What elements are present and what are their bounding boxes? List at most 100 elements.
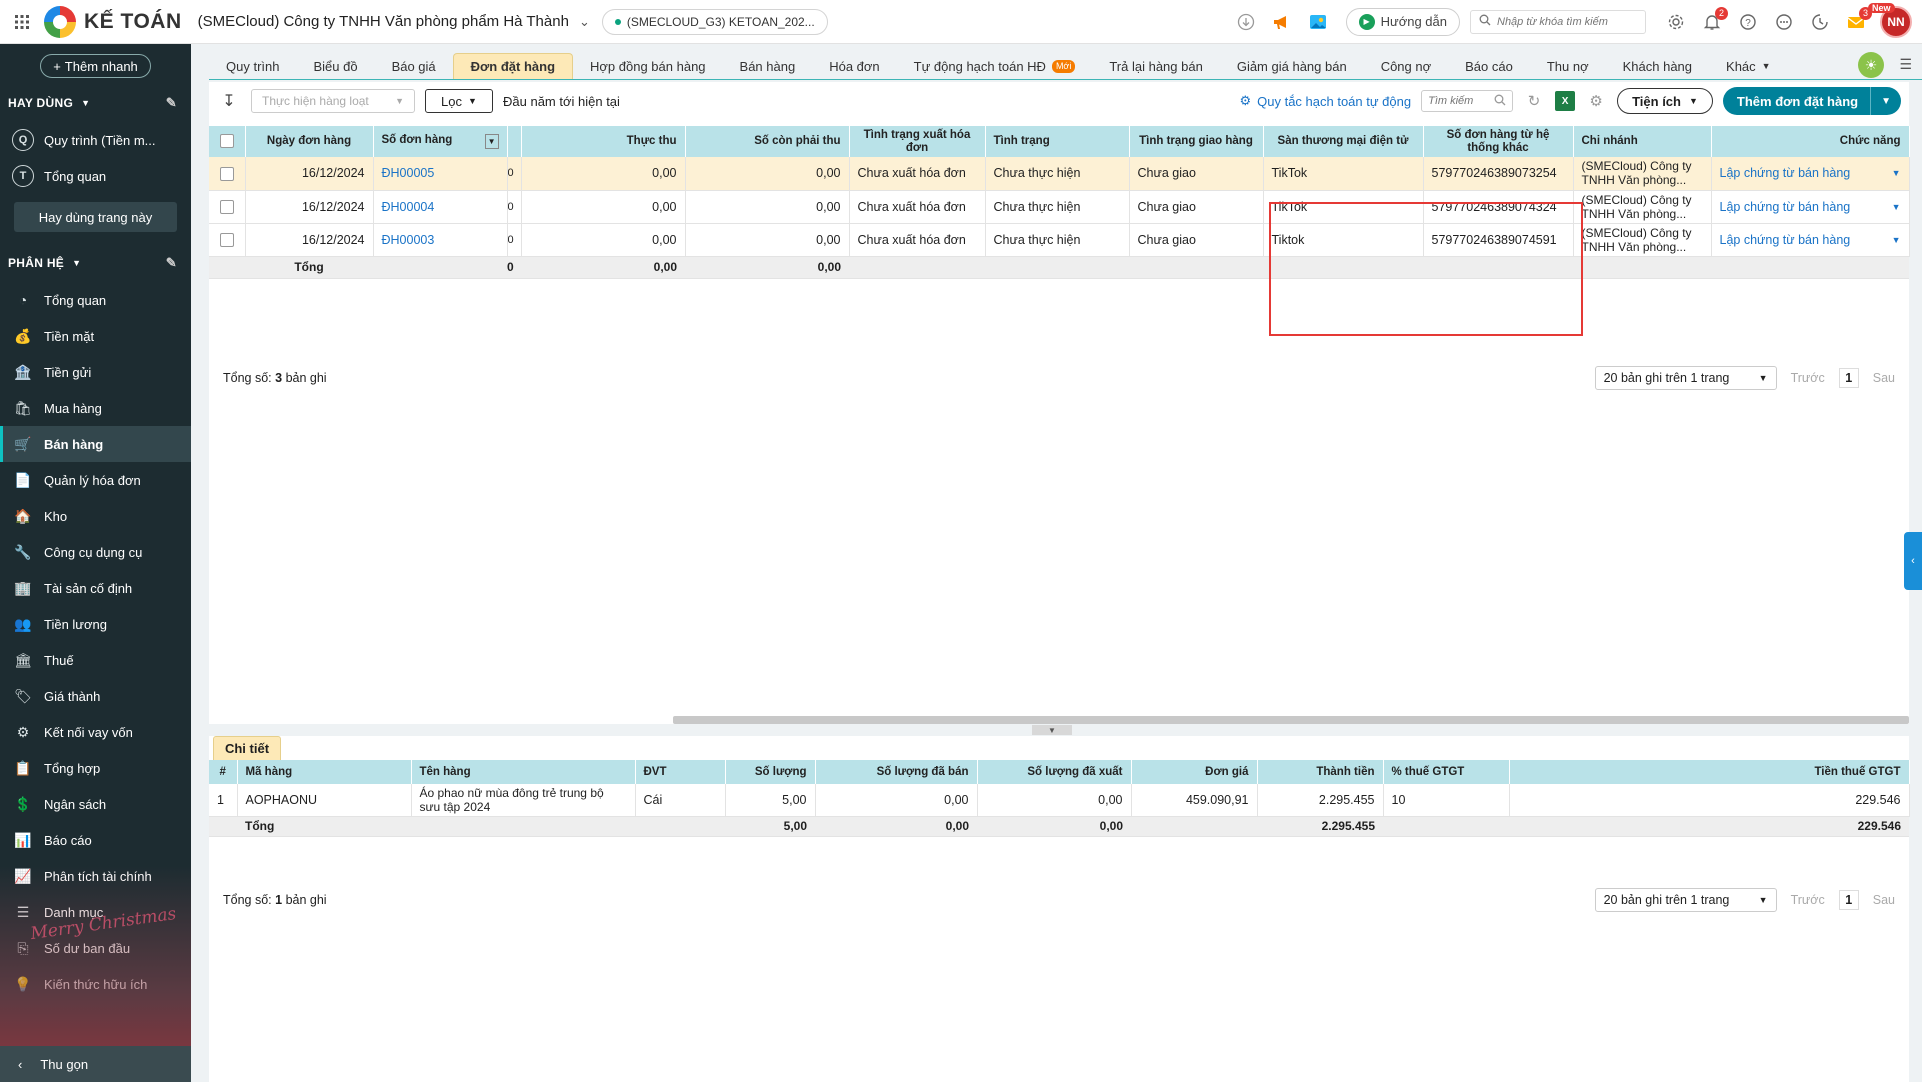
- column-header[interactable]: Đơn giá: [1131, 760, 1258, 784]
- select-all-cell[interactable]: [209, 126, 246, 157]
- favorites-header[interactable]: HAY DÙNG ▼ ✎: [0, 84, 191, 122]
- sync-icon[interactable]: [1802, 4, 1838, 40]
- help-icon[interactable]: ?: [1730, 4, 1766, 40]
- sidebar-item-invoices[interactable]: 📄 Quản lý hóa đơn: [0, 462, 191, 498]
- current-page[interactable]: 1: [1838, 368, 1859, 388]
- tab-receivables[interactable]: Công nợ: [1364, 53, 1448, 79]
- sidebar-item-knowledge[interactable]: 💡 Kiến thức hữu ích: [0, 966, 191, 1002]
- column-filter-icon[interactable]: ▼: [484, 134, 499, 149]
- sidebar-item-purchase[interactable]: 🛍 Mua hàng: [0, 390, 191, 426]
- row-select-cell[interactable]: [209, 223, 246, 257]
- excel-export-icon[interactable]: X: [1555, 91, 1576, 111]
- column-header-order-no[interactable]: Số đơn hàng ▼: [373, 126, 508, 157]
- grid-search[interactable]: [1421, 90, 1514, 112]
- sidebar-item-sales[interactable]: 🛒 Bán hàng: [0, 426, 191, 462]
- company-selector[interactable]: (SMECloud) Công ty TNHH Văn phòng phẩm H…: [198, 13, 569, 30]
- column-header[interactable]: Mã hàng: [237, 760, 412, 784]
- next-page-button[interactable]: Sau: [1873, 893, 1895, 907]
- column-header[interactable]: Số lượng: [725, 760, 816, 784]
- guide-button[interactable]: ▶ Hướng dẫn: [1345, 7, 1460, 36]
- sidebar-item-fixed-assets[interactable]: 🏢 Tài sản cố định: [0, 570, 191, 606]
- tab-more[interactable]: Khác ▼: [1709, 53, 1788, 79]
- chat-icon[interactable]: [1766, 4, 1802, 40]
- page-size-select[interactable]: 20 bản ghi trên 1 trang ▼: [1594, 366, 1777, 390]
- global-search-input[interactable]: [1497, 15, 1627, 28]
- sidebar-item-bank[interactable]: 🏦 Tiền gửi: [0, 354, 191, 390]
- prev-page-button[interactable]: Trước: [1791, 893, 1825, 907]
- tab-sales-orders[interactable]: Đơn đặt hàng: [452, 53, 574, 79]
- detail-row[interactable]: 1 AOPHAONU Áo phao nữ mùa đông trẻ trung…: [209, 784, 1910, 817]
- prev-page-button[interactable]: Trước: [1791, 371, 1825, 385]
- edit-pencil-icon[interactable]: ✎: [166, 255, 177, 271]
- tab-charts[interactable]: Biểu đồ: [296, 53, 374, 79]
- tab-auto-posting[interactable]: Tự động hạch toán HĐ Mới: [897, 53, 1093, 79]
- sort-arrow-icon[interactable]: ↧: [217, 91, 241, 111]
- create-sales-voucher-action[interactable]: Lập chứng từ bán hàng ▼: [1720, 200, 1901, 214]
- download-icon[interactable]: [1228, 4, 1264, 40]
- sidebar-item-budget[interactable]: 💲 Ngân sách: [0, 786, 191, 822]
- sidebar-item-overview[interactable]: ◔ Tổng quan: [0, 282, 191, 318]
- add-page-to-favorites-button[interactable]: Hay dùng trang này: [14, 202, 177, 232]
- grid-search-input[interactable]: [1428, 95, 1489, 107]
- tab-contracts[interactable]: Hợp đồng bán hàng: [573, 53, 723, 79]
- create-sales-voucher-action[interactable]: Lập chứng từ bán hàng ▼: [1720, 166, 1901, 180]
- app-logo[interactable]: KẾ TOÁN: [44, 5, 182, 38]
- caret-down-icon[interactable]: ▼: [1892, 202, 1901, 212]
- app-grid-icon[interactable]: [0, 0, 44, 44]
- megaphone-icon[interactable]: [1264, 4, 1300, 40]
- column-header[interactable]: Sàn thương mại điện tử: [1263, 126, 1424, 157]
- column-header[interactable]: Ngày đơn hàng: [245, 126, 374, 157]
- edit-pencil-icon[interactable]: ✎: [166, 95, 177, 111]
- image-gallery-icon[interactable]: [1300, 4, 1336, 40]
- caret-down-icon[interactable]: ▼: [1871, 96, 1901, 107]
- sidebar-item-analysis[interactable]: 📈 Phân tích tài chính: [0, 858, 191, 894]
- next-page-button[interactable]: Sau: [1873, 371, 1895, 385]
- column-header[interactable]: Tình trạng giao hàng: [1129, 126, 1264, 157]
- user-menu[interactable]: New NN: [1868, 2, 1912, 38]
- column-header[interactable]: Chức năng: [1711, 126, 1910, 157]
- horizontal-scrollbar[interactable]: [673, 716, 1909, 724]
- notification-bell-icon[interactable]: 2: [1694, 4, 1730, 40]
- sidebar-item-catalog[interactable]: ☰ Danh mục: [0, 894, 191, 930]
- collapse-handle-icon[interactable]: ▼: [1032, 725, 1072, 735]
- refresh-icon[interactable]: ↻: [1523, 90, 1545, 112]
- tab-sales-discounts[interactable]: Giảm giá hàng bán: [1220, 53, 1364, 79]
- sidebar-item-opening-balance[interactable]: ⎘ Số dư ban đầu: [0, 930, 191, 966]
- collapse-sidebar-button[interactable]: ‹ Thu gọn: [0, 1046, 191, 1082]
- sidebar-item-tax[interactable]: 🏛 Thuế: [0, 642, 191, 678]
- settings-gear-icon[interactable]: [1658, 4, 1694, 40]
- fav-item-overview[interactable]: T Tổng quan: [0, 158, 191, 194]
- utility-dropdown[interactable]: Tiện ích ▼: [1617, 88, 1713, 114]
- column-header[interactable]: ĐVT: [635, 760, 726, 784]
- sidebar-item-reports[interactable]: 📊 Báo cáo: [0, 822, 191, 858]
- add-sales-order-button[interactable]: Thêm đơn đặt hàng ▼: [1722, 87, 1901, 115]
- auto-posting-rule-link[interactable]: ⚙ Quy tắc hạch toán tự động: [1239, 93, 1411, 109]
- column-header[interactable]: Chi nhánh: [1573, 126, 1712, 157]
- column-header[interactable]: Số đơn hàng từ hệ thống khác: [1423, 126, 1574, 157]
- tab-quotes[interactable]: Báo giá: [375, 53, 453, 79]
- column-header[interactable]: Số lượng đã bán: [815, 760, 978, 784]
- sidebar-item-cash[interactable]: 💰 Tiền mặt: [0, 318, 191, 354]
- add-order-label[interactable]: Thêm đơn đặt hàng: [1723, 87, 1872, 115]
- global-search[interactable]: [1470, 9, 1646, 34]
- order-number-link[interactable]: ĐH00005: [373, 157, 508, 191]
- tab-process[interactable]: Quy trình: [209, 53, 296, 79]
- idea-lightbulb-icon[interactable]: ☀: [1858, 52, 1884, 78]
- panel-settings-icon[interactable]: ☰: [1899, 56, 1912, 73]
- table-row[interactable]: 16/12/2024 ĐH00005 0 0,00 0,00 Chưa xuất…: [209, 157, 1910, 191]
- tab-customers[interactable]: Khách hàng: [1606, 53, 1709, 79]
- column-header[interactable]: Thực thu: [521, 126, 686, 157]
- tab-detail[interactable]: Chi tiết: [213, 736, 281, 760]
- page-size-select[interactable]: 20 bản ghi trên 1 trang ▼: [1594, 888, 1777, 912]
- tab-invoices[interactable]: Hóa đơn: [812, 53, 896, 79]
- caret-down-icon[interactable]: ▼: [1892, 235, 1901, 245]
- sidebar-item-tools[interactable]: 🔧 Công cụ dụng cụ: [0, 534, 191, 570]
- database-selector[interactable]: (SMECLOUD_G3) KETOAN_202...: [601, 8, 828, 35]
- row-checkbox[interactable]: [219, 199, 234, 214]
- column-header[interactable]: Thành tiền: [1257, 760, 1384, 784]
- select-all-checkbox[interactable]: [219, 134, 234, 149]
- split-bar[interactable]: ▼: [209, 724, 1909, 736]
- table-row[interactable]: 16/12/2024 ĐH00003 0 0,00 0,00 Chưa xuất…: [209, 223, 1910, 257]
- tab-sales[interactable]: Bán hàng: [723, 53, 813, 79]
- sidebar-item-loan[interactable]: ⚙ Kết nối vay vốn: [0, 714, 191, 750]
